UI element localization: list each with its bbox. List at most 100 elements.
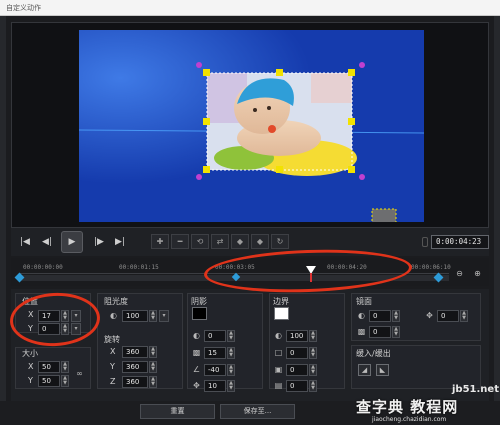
timeline-tick: 00:00:06:10 [411,264,451,271]
border-color-swatch[interactable] [274,307,289,320]
border-spinner-4[interactable]: ▲ ▼ [309,380,317,392]
playback-toolbar: |◀ ◀| ▶ |▶ ▶| ✚ ━ ⟲ ⇄ ◆ ◆ ↻ 0:00:04:23 [11,228,489,256]
fade-group: 缓入/缓出 ◢ ◣ [351,345,481,389]
border-spinner-3[interactable]: ▲ ▼ [309,364,317,376]
mirror-field-1[interactable]: 0 [369,310,391,322]
shadow-label: 阴影 [191,297,207,306]
shadow-field-3[interactable]: -40 [204,364,226,376]
shadow-distance-icon: ✥ [193,381,200,390]
prev-frame-icon[interactable]: ◀| [39,234,55,250]
mirror-field-2[interactable]: 0 [369,326,391,338]
fade-label: 缓入/缓出 [356,349,391,358]
link-icon[interactable]: ∞ [74,368,85,379]
next-frame-icon[interactable]: |▶ [91,234,107,250]
shadow-group: 阴影 ◐ 0 ▲ ▼ ▩ 15 ▲ ▼ ∠ -40 ▲ ▼ ✥ 10 ▲ ▼ [187,293,263,392]
border-spinner-2[interactable]: ▲ ▼ [309,347,317,359]
opacity-dropdown-icon[interactable]: ▾ [159,310,169,322]
reverse-keyframe-icon[interactable]: ⟲ [191,234,209,249]
mirror-label: 镜面 [356,297,372,306]
remove-keyframe-icon[interactable]: ━ [171,234,189,249]
size-y-spinner[interactable]: ▲ ▼ [61,375,69,387]
mirror-opacity-icon: ◐ [358,311,365,320]
fade-in-icon[interactable]: ◢ [358,364,371,376]
rotation-y-spinner[interactable]: ▲ ▼ [149,361,157,373]
mirror-spinner-3[interactable]: ▲ ▼ [460,310,468,322]
window-edge-right [494,16,500,425]
end-position-box[interactable] [371,208,397,222]
size-y-field[interactable]: 50 [38,375,60,387]
window-edge-left [0,16,6,425]
mirror-offset-icon: ✥ [426,311,433,320]
opacity-rotation-group: 阻光度 ◐ 100 ▲ ▼ ▾ 旋转 X 360 ▲ ▼ Y 360 ▲ ▼ Z 36… [97,293,183,389]
timeline-tick: 00:00:00:00 [23,264,63,271]
rotation-x-spinner[interactable]: ▲ ▼ [149,346,157,358]
shadow-angle-icon: ∠ [192,365,201,374]
rotation-z-field[interactable]: 360 [122,376,148,388]
baby-photo[interactable] [206,72,357,176]
play-button[interactable]: ▶ [61,231,83,253]
title-bar: 自定义动作 [0,0,500,16]
zoom-in-icon[interactable]: ⊕ [472,268,483,279]
timecode-spin-icon[interactable] [422,237,428,247]
border-field-3[interactable]: 0 [286,364,308,376]
preview-scene [79,30,424,222]
timecode-display[interactable]: 0:00:04:23 [431,235,489,249]
zoom-out-icon[interactable]: ⊖ [454,268,465,279]
skip-start-icon[interactable]: |◀ [17,234,33,250]
size-x-spinner[interactable]: ▲ ▼ [61,361,69,373]
mirror-fade-icon: ▩ [357,327,366,336]
shadow-spinner-1[interactable]: ▲ ▼ [227,330,235,342]
watermark-site: jb51.net [452,384,499,395]
save-to-button[interactable]: 保存至... [220,404,295,419]
window-title: 自定义动作 [6,4,41,12]
fade-out-icon[interactable]: ◣ [376,364,389,376]
timeline-tick: 00:00:01:15 [119,264,159,271]
swap-keyframe-icon[interactable]: ⇄ [211,234,229,249]
border-spinner-1[interactable]: ▲ ▼ [309,330,317,342]
opacity-spinner[interactable]: ▲ ▼ [149,310,157,322]
reset-button[interactable]: 重置 [140,404,215,419]
opacity-label: 阻光度 [104,297,128,306]
size-x-field[interactable]: 50 [38,361,60,373]
preview-canvas[interactable] [79,30,424,222]
opacity-field[interactable]: 100 [122,310,148,322]
size-group: 大小 X 50 ▲ ▼ Y 50 ▲ ▼ ∞ [15,347,91,389]
preview-area [11,22,489,228]
size-x-label: X [28,362,34,371]
shadow-spinner-4[interactable]: ▲ ▼ [227,380,235,392]
watermark-url: jiaocheng.chazidian.com [372,416,447,423]
size-y-label: Y [28,376,33,385]
border-label: 边界 [273,297,289,306]
mirror-spinner-2[interactable]: ▲ ▼ [392,326,400,338]
mirror-field-3[interactable]: 0 [437,310,459,322]
mirror-spinner-1[interactable]: ▲ ▼ [392,310,400,322]
opacity-icon: ◐ [110,311,117,320]
rotation-x-field[interactable]: 360 [122,346,148,358]
shadow-field-4[interactable]: 10 [204,380,226,392]
watermark-brand: 查字典 教程网 [356,398,459,416]
border-width-icon: □ [274,348,283,357]
border-group: 边界 ◐ 100 ▲ ▼ □ 0 ▲ ▼ ▣ 0 ▲ ▼ ▤ 0 ▲ ▼ [269,293,345,392]
rotation-y-field[interactable]: 360 [122,361,148,373]
shadow-spinner-3[interactable]: ▲ ▼ [227,364,235,376]
move-right-icon[interactable]: ◆ [251,234,269,249]
border-field-2[interactable]: 0 [286,347,308,359]
shadow-color-swatch[interactable] [192,307,207,320]
border-field-1[interactable]: 100 [286,330,308,342]
copy-keyframe-icon[interactable]: ↻ [271,234,289,249]
move-left-icon[interactable]: ◆ [231,234,249,249]
shadow-field-2[interactable]: 15 [204,347,226,359]
rotation-label: 旋转 [104,335,120,344]
add-keyframe-icon[interactable]: ✚ [151,234,169,249]
border-shape-icon: ▤ [274,381,283,390]
mirror-group: 镜面 ◐ 0 ▲ ▼ ▩ 0 ▲ ▼ ✥ 0 ▲ ▼ [351,293,481,341]
shadow-field-1[interactable]: 0 [204,330,226,342]
shadow-blur-icon: ▩ [192,348,201,357]
shadow-spinner-2[interactable]: ▲ ▼ [227,347,235,359]
rotation-z-spinner[interactable]: ▲ ▼ [149,376,157,388]
size-label: 大小 [22,349,38,358]
skip-end-icon[interactable]: ▶| [112,234,128,250]
rotation-z-label: Z [110,377,116,386]
border-field-4[interactable]: 0 [286,380,308,392]
rotation-y-label: Y [110,362,115,371]
